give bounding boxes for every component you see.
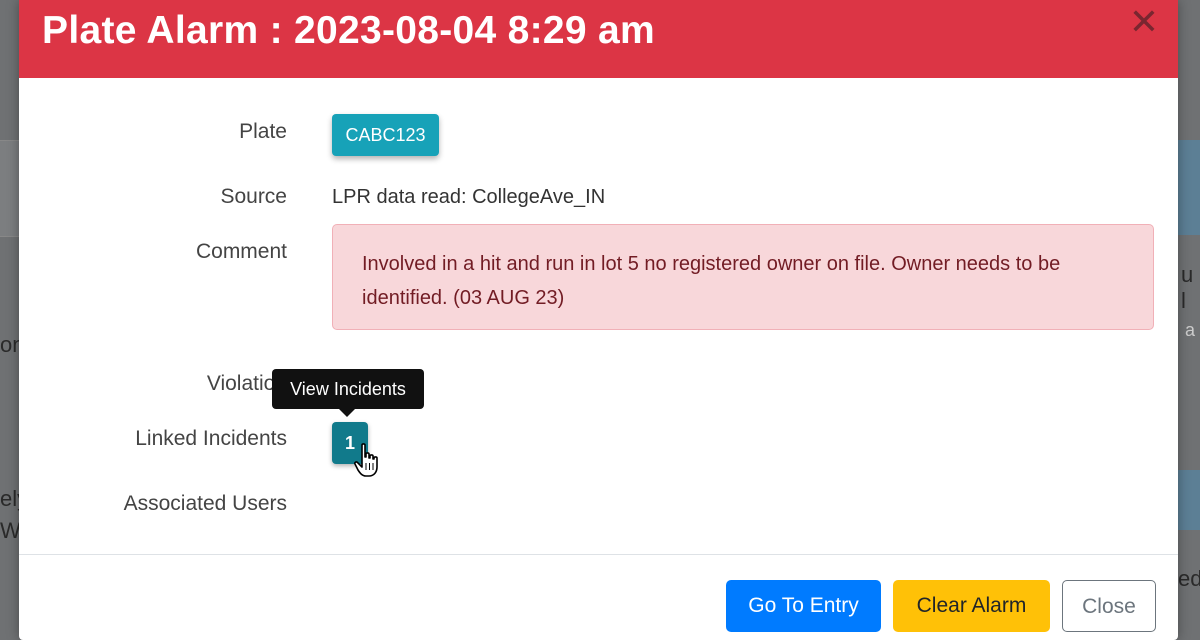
plate-badge[interactable]: CABC123 — [332, 114, 439, 156]
plate-alarm-modal: Plate Alarm : 2023-08-04 8:29 am ✕ Plate… — [19, 0, 1178, 640]
comment-text: Involved in a hit and run in lot 5 no re… — [362, 253, 1061, 309]
view-incidents-tooltip: View Incidents — [272, 369, 424, 409]
hand-cursor-icon — [354, 443, 378, 477]
comment-alert: Involved in a hit and run in lot 5 no re… — [332, 224, 1154, 330]
background-text: ed — [1178, 566, 1200, 591]
comment-label: Comment — [195, 240, 287, 263]
linked-incidents-label: Linked Incidents — [135, 427, 287, 450]
go-to-entry-button[interactable]: Go To Entry — [726, 580, 881, 632]
modal-title: Plate Alarm : 2023-08-04 8:29 am — [42, 9, 655, 52]
modal-header: Plate Alarm : 2023-08-04 8:29 am ✕ — [19, 0, 1178, 78]
background-text: W — [0, 518, 21, 543]
close-button[interactable]: Close — [1062, 580, 1156, 632]
violation-label: Violation — [206, 372, 287, 395]
source-label: Source — [220, 185, 287, 208]
source-value: LPR data read: CollegeAve_IN — [332, 186, 606, 208]
plate-label: Plate — [239, 120, 287, 143]
footer-divider — [19, 554, 1178, 555]
background-text: a — [1185, 320, 1196, 340]
associated-users-label: Associated Users — [123, 492, 287, 515]
background-panel — [0, 140, 19, 237]
background-text: u l — [1181, 262, 1194, 313]
background-panel — [1178, 470, 1200, 530]
tooltip-arrow — [339, 409, 355, 417]
background-panel — [1178, 140, 1200, 235]
clear-alarm-button[interactable]: Clear Alarm — [893, 580, 1050, 632]
close-icon[interactable]: ✕ — [1127, 4, 1161, 40]
